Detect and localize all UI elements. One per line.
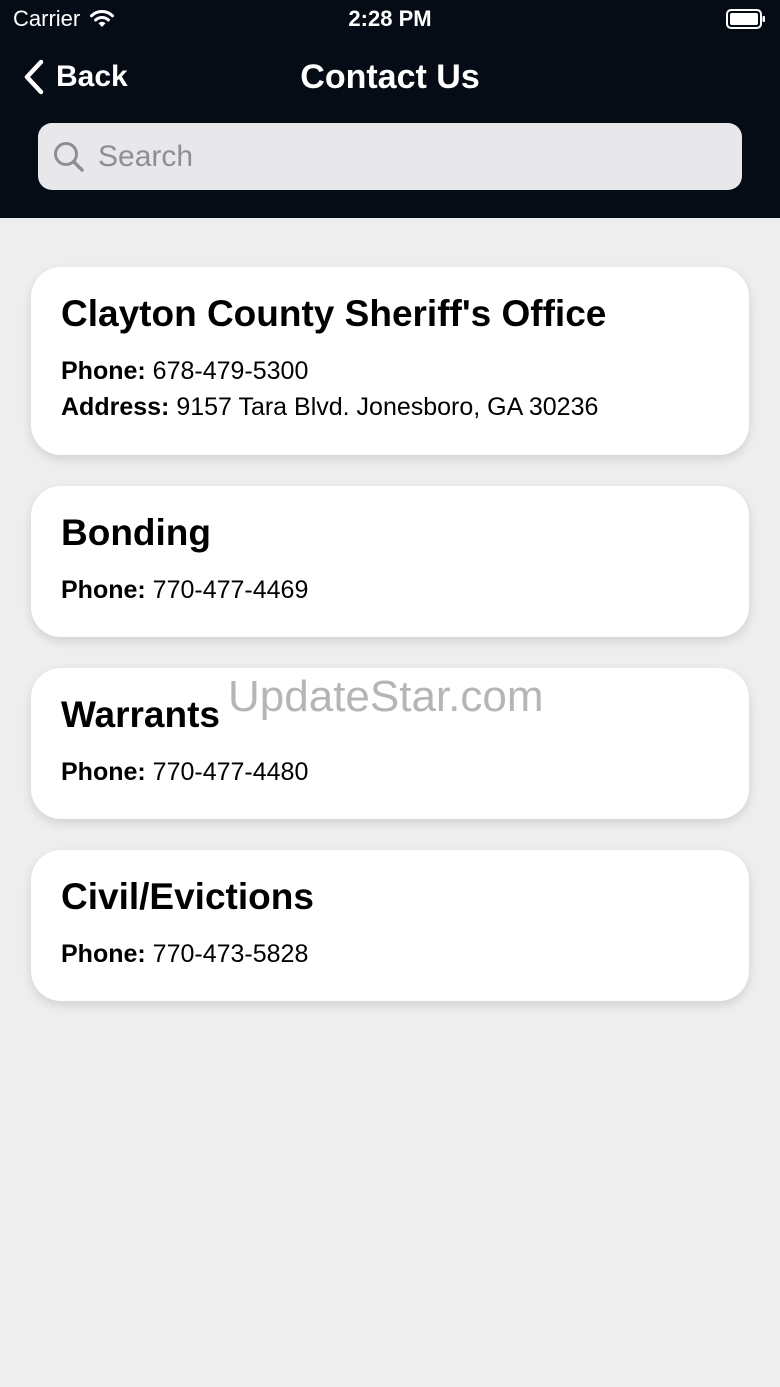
contact-phone-line: Phone: 770-473-5828 — [61, 936, 719, 972]
contact-name: Warrants — [61, 694, 221, 735]
phone-label: Phone: — [61, 758, 146, 786]
header: Carrier 2:28 PM Back Contact Us — [0, 0, 780, 218]
contact-phone-line: Phone: 770-477-4480 — [61, 754, 719, 790]
address-value[interactable]: 9157 Tara Blvd. Jonesboro, GA 30236 — [176, 393, 598, 421]
contact-card-bonding[interactable]: Bonding Phone: 770-477-4469 — [31, 486, 749, 637]
phone-number[interactable]: 770-477-4480 — [153, 758, 309, 786]
phone-number[interactable]: 678-479-5300 — [153, 357, 309, 385]
search-icon — [54, 141, 84, 172]
contact-name: Bonding — [61, 512, 212, 553]
phone-label: Phone: — [61, 940, 146, 968]
contact-phone-line: Phone: 678-479-5300 — [61, 353, 719, 389]
contact-name: Clayton County Sheriff's Office — [61, 293, 607, 334]
phone-number[interactable]: 770-473-5828 — [153, 940, 309, 968]
contact-phone-line: Phone: 770-477-4469 — [61, 572, 719, 608]
contact-address-line: Address: 9157 Tara Blvd. Jonesboro, GA 3… — [61, 389, 719, 425]
address-label: Address: — [61, 393, 170, 421]
contact-card-warrants[interactable]: Warrants Phone: 770-477-4480 — [31, 668, 749, 819]
status-time: 2:28 PM — [348, 6, 432, 31]
navigation-bar: Back Contact Us — [0, 50, 780, 110]
phone-label: Phone: — [61, 576, 146, 604]
contact-card-sheriffs-office[interactable]: Clayton County Sheriff's Office Phone: 6… — [31, 267, 749, 455]
contact-name: Civil/Evictions — [61, 876, 314, 917]
contact-card-civil-evictions[interactable]: Civil/Evictions Phone: 770-473-5828 — [31, 850, 749, 1001]
phone-number[interactable]: 770-477-4469 — [153, 576, 309, 604]
status-bar: Carrier 2:28 PM — [0, 0, 780, 40]
page-title: Contact Us — [300, 58, 480, 96]
battery-icon — [726, 9, 765, 29]
search-bar[interactable] — [38, 123, 742, 190]
phone-label: Phone: — [61, 357, 146, 385]
search-input[interactable] — [96, 138, 700, 175]
